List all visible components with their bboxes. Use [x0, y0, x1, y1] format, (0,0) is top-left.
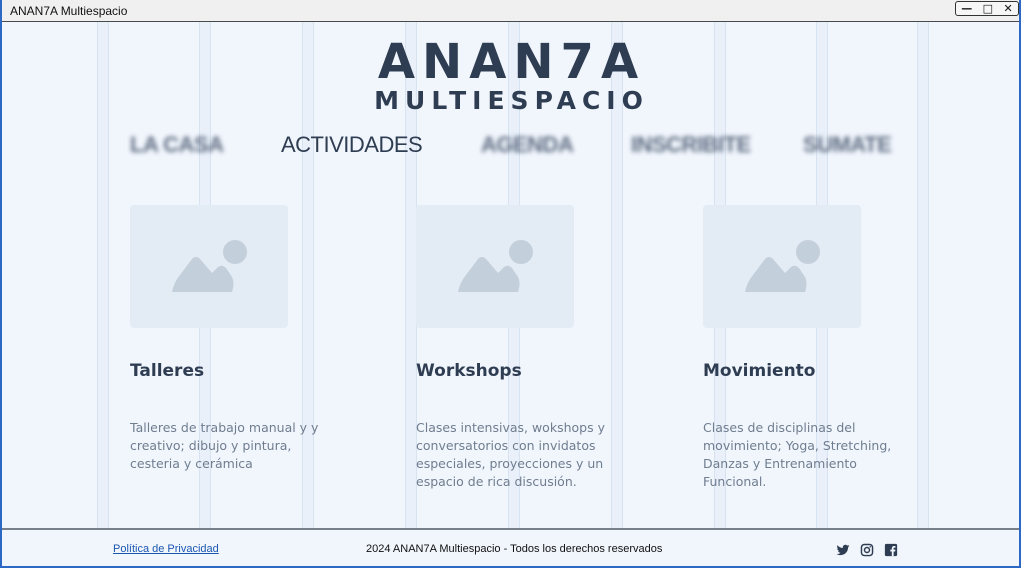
card-description: Talleres de trabajo manual y y creativo;… [130, 420, 319, 471]
page-content: ANAN7A MULTIESPACIO LA CASA ACTIVIDADES … [2, 22, 1019, 566]
card-title: Workshops [416, 361, 522, 381]
instagram-icon[interactable] [860, 543, 874, 557]
app-window: ANAN7A Multiespacio — □ ✕ ANAN7A MULTIES… [0, 0, 1021, 568]
window-title: ANAN7A Multiespacio [10, 4, 128, 18]
nav-item-inscribite[interactable]: INSCRIBITE [631, 132, 751, 158]
card-description: Clases de disciplinas del movimiento; Yo… [703, 420, 892, 489]
window-controls: — □ ✕ [955, 1, 1019, 16]
maximize-icon[interactable]: □ [983, 3, 993, 14]
nav-item-agenda[interactable]: AGENDA [481, 132, 574, 158]
twitter-icon[interactable] [836, 543, 850, 557]
nav-item-actividades[interactable]: ACTIVIDADES [281, 132, 423, 158]
card-image [416, 205, 574, 328]
activity-card-movimiento: Movimiento Clases de disciplinas del mov… [703, 205, 943, 489]
nav-item-la-casa[interactable]: LA CASA [130, 132, 224, 158]
activity-card-talleres: Talleres Talleres de trabajo manual y y … [130, 205, 370, 471]
title-bar: ANAN7A Multiespacio — □ ✕ [2, 0, 1019, 22]
privacy-policy-link[interactable]: Política de Privacidad [113, 543, 219, 555]
card-title: Movimiento [703, 361, 816, 381]
logo-title[interactable]: ANAN7A [2, 34, 1019, 90]
copyright-text: 2024 ANAN7A Multiespacio - Todos los der… [366, 543, 663, 555]
nav-item-sumate[interactable]: SUMATE [803, 132, 892, 158]
logo-subtitle: MULTIESPACIO [374, 86, 649, 115]
facebook-icon[interactable] [884, 543, 898, 557]
minimize-icon[interactable]: — [961, 3, 972, 14]
card-image [130, 205, 288, 328]
image-placeholder-icon [172, 240, 247, 292]
page-footer: Política de Privacidad 2024 ANAN7A Multi… [2, 528, 1019, 566]
card-title: Talleres [130, 361, 205, 381]
card-image [703, 205, 861, 328]
activity-card-workshops: Workshops Clases intensivas, wokshops y … [416, 205, 656, 489]
image-placeholder-icon [458, 240, 533, 292]
close-icon[interactable]: ✕ [1004, 3, 1013, 14]
card-description: Clases intensivas, wokshops y conversato… [416, 420, 605, 489]
image-placeholder-icon [745, 240, 820, 292]
